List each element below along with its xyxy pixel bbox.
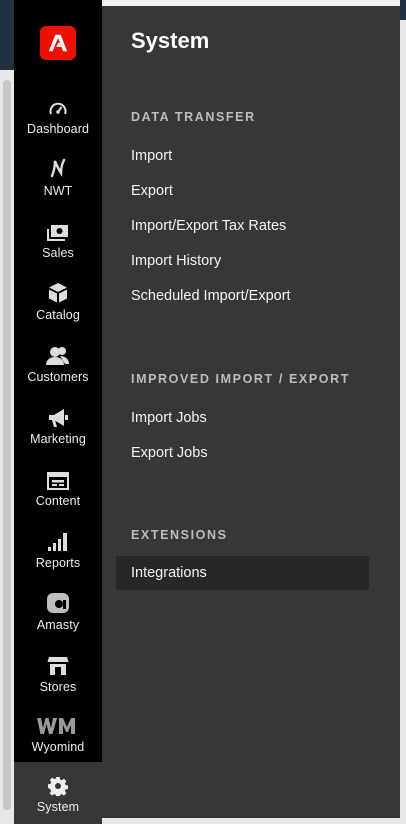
right-edge-strip: [400, 0, 406, 824]
nav-item-label: Stores: [39, 680, 77, 694]
submenu-title: System: [131, 28, 210, 53]
browser-left-strip: [0, 0, 14, 824]
nav-item-label: Marketing: [30, 432, 86, 446]
browser-topbar: [0, 0, 14, 70]
nav-item-label: NWT: [43, 184, 73, 198]
nav-item-stores[interactable]: Stores: [14, 650, 102, 712]
nav-item-marketing[interactable]: Marketing: [14, 402, 102, 464]
link-import-jobs[interactable]: Import Jobs: [131, 410, 207, 426]
nav-item-dashboard[interactable]: Dashboard: [14, 92, 102, 154]
nav-item-label: Wyomind: [31, 740, 85, 754]
store-icon: [47, 657, 69, 675]
customers-icon: [46, 347, 69, 365]
link-import[interactable]: Import: [131, 148, 172, 164]
nav-item-label: System: [36, 800, 80, 814]
nav-item-amasty[interactable]: Amasty: [14, 588, 102, 650]
megaphone-icon: [49, 409, 68, 427]
link-integrations[interactable]: Integrations: [116, 556, 369, 590]
dashboard-icon: [49, 102, 67, 115]
nav-item-content[interactable]: Content: [14, 464, 102, 526]
link-import-export-tax-rates[interactable]: Import/Export Tax Rates: [131, 218, 286, 234]
system-submenu-panel: System DATA TRANSFER Import Export Impor…: [102, 6, 400, 818]
section-title-improved-import-export: IMPROVED IMPORT / EXPORT: [131, 372, 350, 386]
right-topbar: [400, 0, 406, 20]
bar-chart-icon: [48, 533, 67, 551]
adobe-logo-icon: [48, 34, 68, 52]
adobe-logo[interactable]: [40, 26, 76, 60]
link-export-jobs[interactable]: Export Jobs: [131, 445, 208, 461]
nav-item-label: Content: [35, 494, 81, 508]
section-title-data-transfer: DATA TRANSFER: [131, 110, 256, 124]
nav-item-label: Reports: [35, 556, 81, 570]
link-scheduled-import-export[interactable]: Scheduled Import/Export: [131, 288, 291, 304]
nav-item-nwt[interactable]: NWT: [14, 154, 102, 216]
nav-item-system[interactable]: System: [14, 762, 102, 824]
gear-icon: [48, 777, 68, 796]
nav-item-label: Sales: [42, 246, 74, 260]
nav-item-catalog[interactable]: Catalog: [14, 278, 102, 340]
amasty-icon: [47, 593, 69, 613]
nav-item-sales[interactable]: Sales: [14, 216, 102, 278]
nav-item-label: Amasty: [36, 618, 80, 632]
nav-item-label: Customers: [27, 370, 89, 384]
link-import-history[interactable]: Import History: [131, 253, 221, 269]
section-title-extensions: EXTENSIONS: [131, 528, 228, 542]
sales-icon: [47, 225, 68, 241]
nwt-icon: [50, 158, 66, 178]
wyomind-icon: [37, 718, 75, 734]
catalog-icon: [49, 283, 67, 303]
nav-item-reports[interactable]: Reports: [14, 526, 102, 588]
content-icon: [47, 472, 69, 490]
scrollbar-thumb[interactable]: [3, 80, 11, 810]
nav-item-customers[interactable]: Customers: [14, 340, 102, 402]
link-export[interactable]: Export: [131, 183, 173, 199]
nav-item-label: Catalog: [36, 308, 80, 322]
admin-sidebar: Dashboard NWT Sales Catalog Customers Ma…: [14, 0, 102, 824]
nav-item-label: Dashboard: [26, 122, 90, 136]
